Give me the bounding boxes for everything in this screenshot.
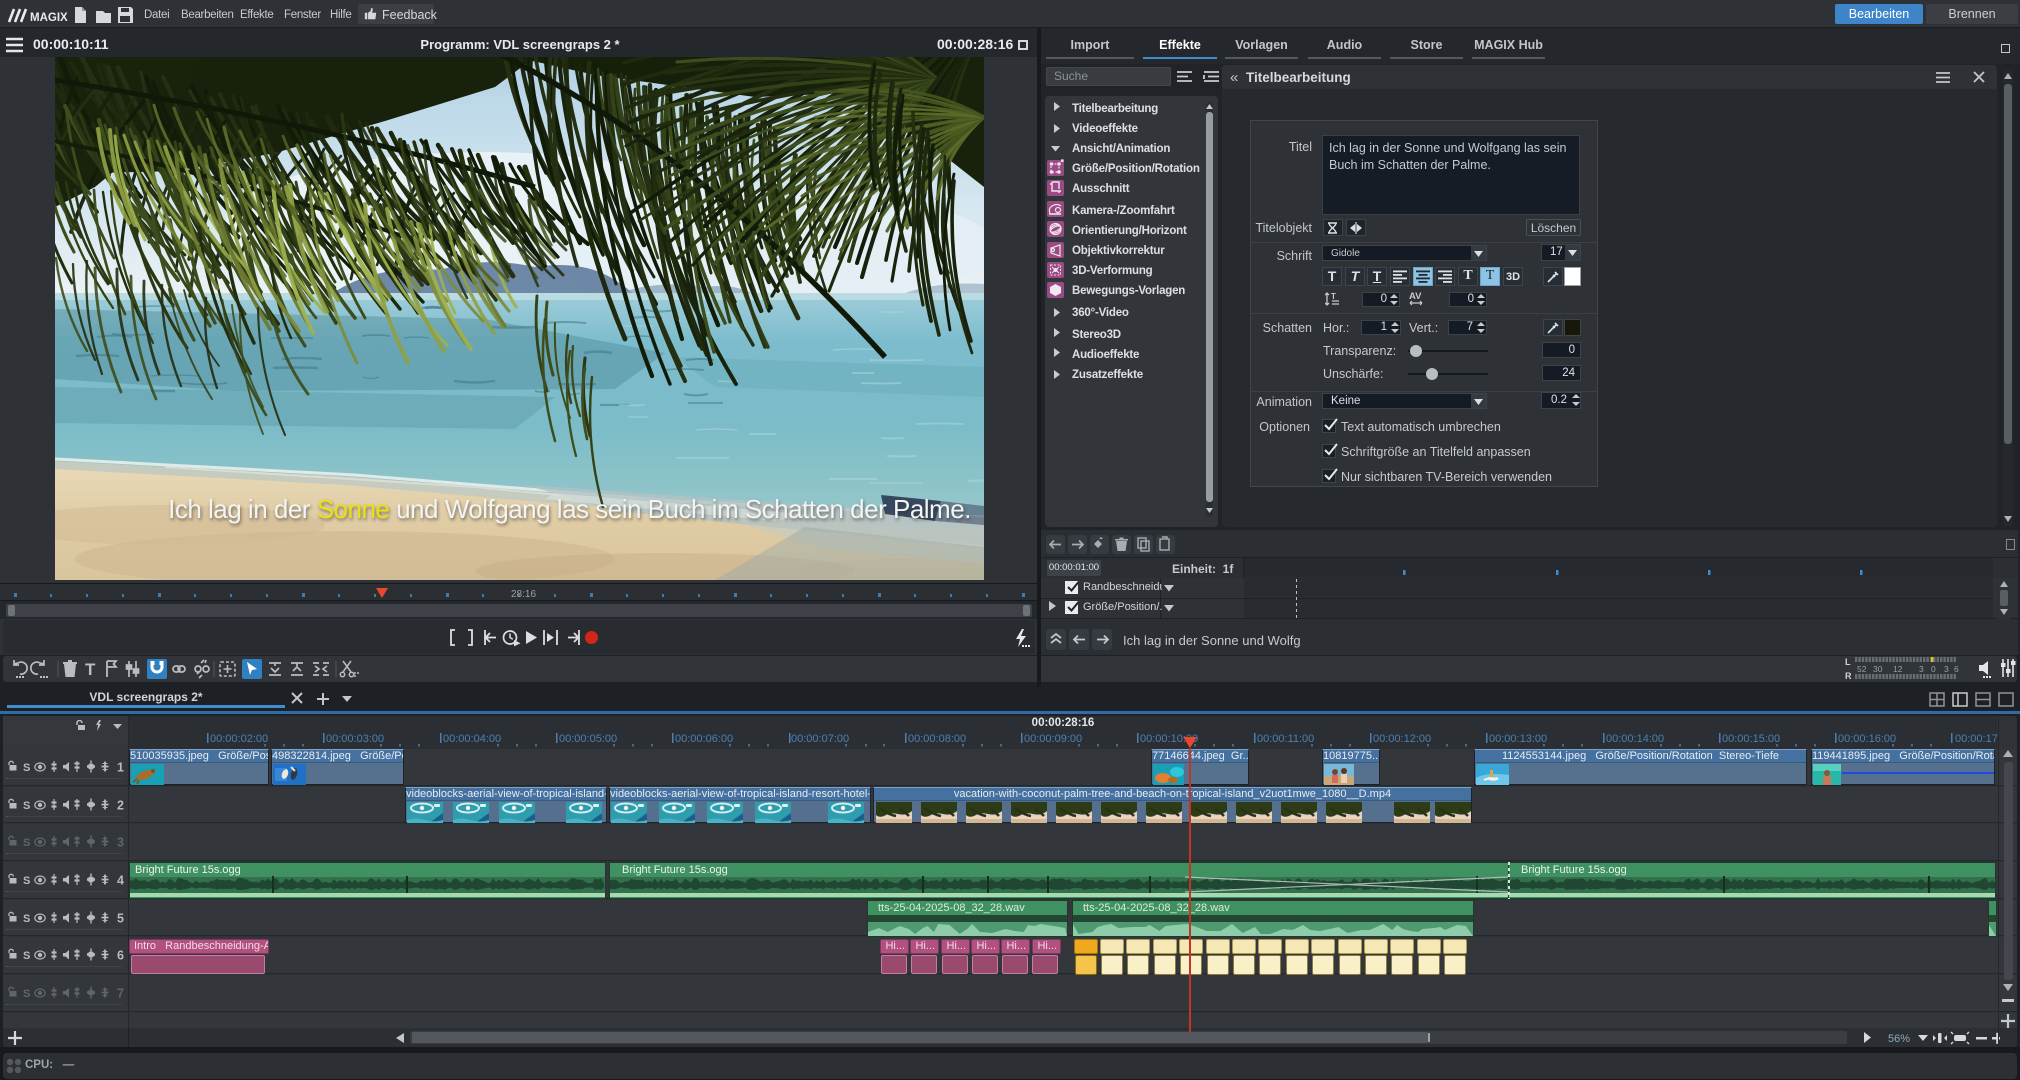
svg-text:S: S <box>23 913 30 924</box>
svg-text:Objektivkorrektur: Objektivkorrektur <box>1072 245 1165 257</box>
svg-text:Größe/Position/Rotation: Größe/Position/Rotation <box>1072 163 1200 175</box>
svg-text:S: S <box>23 837 30 848</box>
svg-text:1: 1 <box>117 761 124 774</box>
svg-text:Titelbearbeitung: Titelbearbeitung <box>1072 103 1158 115</box>
svg-text:28:16: 28:16 <box>511 589 536 600</box>
svg-text:52: 52 <box>1857 664 1867 674</box>
svg-text:Zusatzeffekte: Zusatzeffekte <box>1072 369 1143 381</box>
svg-text:S: S <box>23 762 30 773</box>
svg-text:00:00:06:00: 00:00:06:00 <box>675 733 733 745</box>
svg-text:6: 6 <box>1954 664 1959 674</box>
svg-text:Ausschnitt: Ausschnitt <box>1072 183 1130 195</box>
svg-text:S: S <box>23 988 30 999</box>
svg-text:AV: AV <box>1409 291 1422 302</box>
svg-text:00:00:02:00: 00:00:02:00 <box>210 733 268 745</box>
svg-text:00:00:15:00: 00:00:15:00 <box>1722 733 1780 745</box>
svg-text:Videoeffekte: Videoeffekte <box>1072 123 1138 135</box>
svg-text:Bewegungs-Vorlagen: Bewegungs-Vorlagen <box>1072 285 1185 297</box>
svg-text:00:00:09:00: 00:00:09:00 <box>1024 733 1082 745</box>
svg-text:L: L <box>1845 657 1851 667</box>
svg-text:S: S <box>23 950 30 961</box>
svg-text:Audioeffekte: Audioeffekte <box>1072 349 1139 361</box>
svg-text:MAGIX: MAGIX <box>30 12 68 23</box>
svg-text:S: S <box>23 800 30 811</box>
svg-text:T: T <box>85 660 96 679</box>
svg-text:00:00:12:00: 00:00:12:00 <box>1373 733 1431 745</box>
svg-text:00:00:17:00: 00:00:17:00 <box>1955 733 1997 745</box>
svg-text:00:00:08:00: 00:00:08:00 <box>908 733 966 745</box>
svg-text:00:00:03:00: 00:00:03:00 <box>326 733 384 745</box>
svg-text:Orientierung/Horizont: Orientierung/Horizont <box>1072 225 1187 237</box>
svg-text:5: 5 <box>117 912 124 925</box>
svg-text:00:00:16:00: 00:00:16:00 <box>1838 733 1896 745</box>
svg-text:Stereo3D: Stereo3D <box>1072 329 1121 341</box>
svg-text:T: T <box>1331 292 1336 301</box>
svg-text:Ansicht/Animation: Ansicht/Animation <box>1072 143 1170 155</box>
svg-text:3: 3 <box>1944 664 1949 674</box>
svg-text:00:00:14:00: 00:00:14:00 <box>1606 733 1664 745</box>
svg-text:2: 2 <box>117 799 124 812</box>
svg-text:00:00:04:00: 00:00:04:00 <box>443 733 501 745</box>
svg-text:30: 30 <box>1873 664 1883 674</box>
svg-text:00:00:11:00: 00:00:11:00 <box>1257 733 1314 745</box>
svg-text:6: 6 <box>117 949 124 962</box>
svg-text:7: 7 <box>117 987 124 1000</box>
svg-text:3: 3 <box>117 836 124 849</box>
svg-text:S: S <box>23 875 30 886</box>
svg-text:360°-Video: 360°-Video <box>1072 307 1129 319</box>
svg-text:12: 12 <box>1893 664 1903 674</box>
svg-text:3D-Verformung: 3D-Verformung <box>1072 265 1153 277</box>
svg-text:R: R <box>1845 671 1852 681</box>
svg-text:4: 4 <box>117 874 124 887</box>
svg-text:3: 3 <box>1919 664 1924 674</box>
svg-text:0: 0 <box>1931 664 1936 674</box>
svg-text:00:00:13:00: 00:00:13:00 <box>1489 733 1547 745</box>
svg-text:56%: 56% <box>1888 1033 1910 1045</box>
svg-text:Kamera-/Zoomfahrt: Kamera-/Zoomfahrt <box>1072 205 1175 217</box>
svg-text:00:00:05:00: 00:00:05:00 <box>559 733 617 745</box>
svg-text:00:00:07:00: 00:00:07:00 <box>791 733 849 745</box>
